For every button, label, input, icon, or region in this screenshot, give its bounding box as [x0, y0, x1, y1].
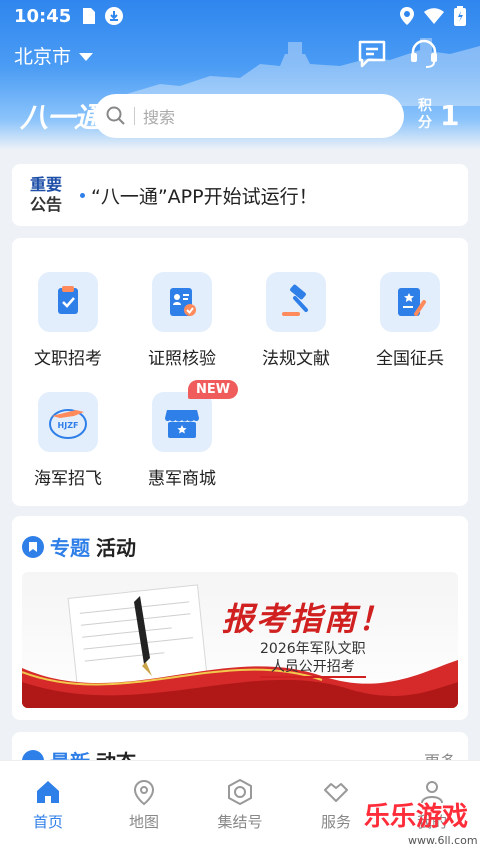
- customer-service-icon[interactable]: [408, 38, 440, 70]
- service-label: 惠军商城: [148, 469, 216, 489]
- topic-title-rest: 活动: [96, 536, 136, 560]
- notice-badge-top: 重要: [29, 175, 62, 194]
- wifi-icon: [424, 8, 444, 24]
- banner-subtitle: 2026年军队文职 人员公开招考: [260, 640, 366, 678]
- service-navy-pilot[interactable]: HJZF 海军招飞: [18, 392, 118, 489]
- id-verify-icon: [152, 272, 212, 332]
- sim-card-icon: [83, 8, 96, 24]
- topic-banner[interactable]: 报考指南！ 2026年军队文职 人员公开招考: [22, 572, 458, 708]
- topic-title: 专题 活动: [22, 532, 136, 561]
- download-icon: [105, 7, 124, 25]
- service-label: 文职招考: [34, 349, 102, 369]
- nav-rally[interactable]: 集结号: [192, 761, 288, 853]
- service-label: 海军招飞: [34, 469, 102, 489]
- notice-dot: [80, 192, 85, 198]
- banner-line2: 人员公开招考: [260, 658, 366, 678]
- city-label: 北京市: [14, 46, 72, 68]
- nav-label: 地图: [128, 813, 159, 831]
- recruit-doc-icon: [380, 272, 440, 332]
- search-placeholder: 搜索: [143, 108, 176, 127]
- search-icon: [106, 106, 125, 125]
- service-label: 全国征兵: [376, 349, 444, 369]
- search-input[interactable]: 搜索: [94, 94, 404, 138]
- svg-text:HJZF: HJZF: [58, 421, 79, 430]
- chevron-down-icon: [79, 52, 94, 61]
- map-pin-icon: [133, 779, 155, 806]
- notice-badge: 重要 公告: [26, 175, 66, 215]
- navy-jet-icon: HJZF: [38, 392, 98, 452]
- service-label: 证照核验: [148, 349, 216, 369]
- watermark-url: www.6ll.com: [408, 834, 478, 847]
- topic-title-blue: 专题: [50, 536, 90, 560]
- points-value: 1: [440, 98, 460, 132]
- notice-text: “八一通”APP开始试运行！: [91, 185, 318, 208]
- banner-line1: 2026年军队文职: [260, 641, 366, 657]
- gavel-icon: [266, 272, 326, 332]
- service-civil-exam[interactable]: 文职招考: [18, 272, 118, 369]
- nav-label: 集结号: [217, 813, 263, 831]
- status-bar: 10:45: [0, 0, 480, 32]
- shop-icon: NEW: [152, 380, 239, 452]
- service-label: 法规文献: [262, 349, 330, 369]
- message-icon[interactable]: [356, 38, 388, 70]
- battery-icon: [454, 6, 466, 26]
- city-selector[interactable]: 北京市: [14, 42, 94, 69]
- home-icon: [37, 781, 59, 803]
- new-badge: NEW: [188, 380, 239, 399]
- banner-title: 报考指南！: [222, 600, 393, 638]
- location-status-icon: [400, 7, 414, 25]
- status-time: 10:45: [14, 5, 72, 27]
- handshake-icon: [324, 783, 348, 802]
- search-divider: [134, 107, 135, 125]
- bookmark-icon: [22, 535, 44, 558]
- points-label: 积分: [418, 98, 432, 131]
- notice-badge-bottom: 公告: [29, 195, 62, 214]
- watermark-logo: 乐乐游戏: [364, 802, 469, 832]
- service-id-verify[interactable]: 证照核验: [132, 272, 232, 369]
- service-regulations[interactable]: 法规文献: [246, 272, 346, 369]
- header: 10:45 北京市 八一通 搜索 积分 1: [0, 0, 480, 150]
- service-conscription[interactable]: 全国征兵: [360, 272, 460, 369]
- exam-paper-pen-illustration: [22, 584, 458, 708]
- nav-label: 首页: [32, 813, 63, 831]
- topic-section: 专题 活动 报考指南！ 2026年军队文职 人员公开招考: [12, 516, 468, 720]
- services-grid: 文职招考 证照核验 法规文献 全国征兵 HJZF 海军招飞 NEW 惠军商城: [12, 238, 468, 506]
- notice-bar[interactable]: 重要 公告 “八一通”APP开始试运行！: [12, 164, 468, 226]
- service-shop[interactable]: NEW 惠军商城: [132, 380, 239, 489]
- badge-star-icon: [228, 778, 252, 806]
- points-display[interactable]: 积分 1: [418, 98, 459, 132]
- nav-home[interactable]: 首页: [0, 761, 96, 853]
- app-logo: 八一通: [20, 101, 102, 134]
- nav-map[interactable]: 地图: [96, 761, 192, 853]
- exam-icon: [38, 272, 98, 332]
